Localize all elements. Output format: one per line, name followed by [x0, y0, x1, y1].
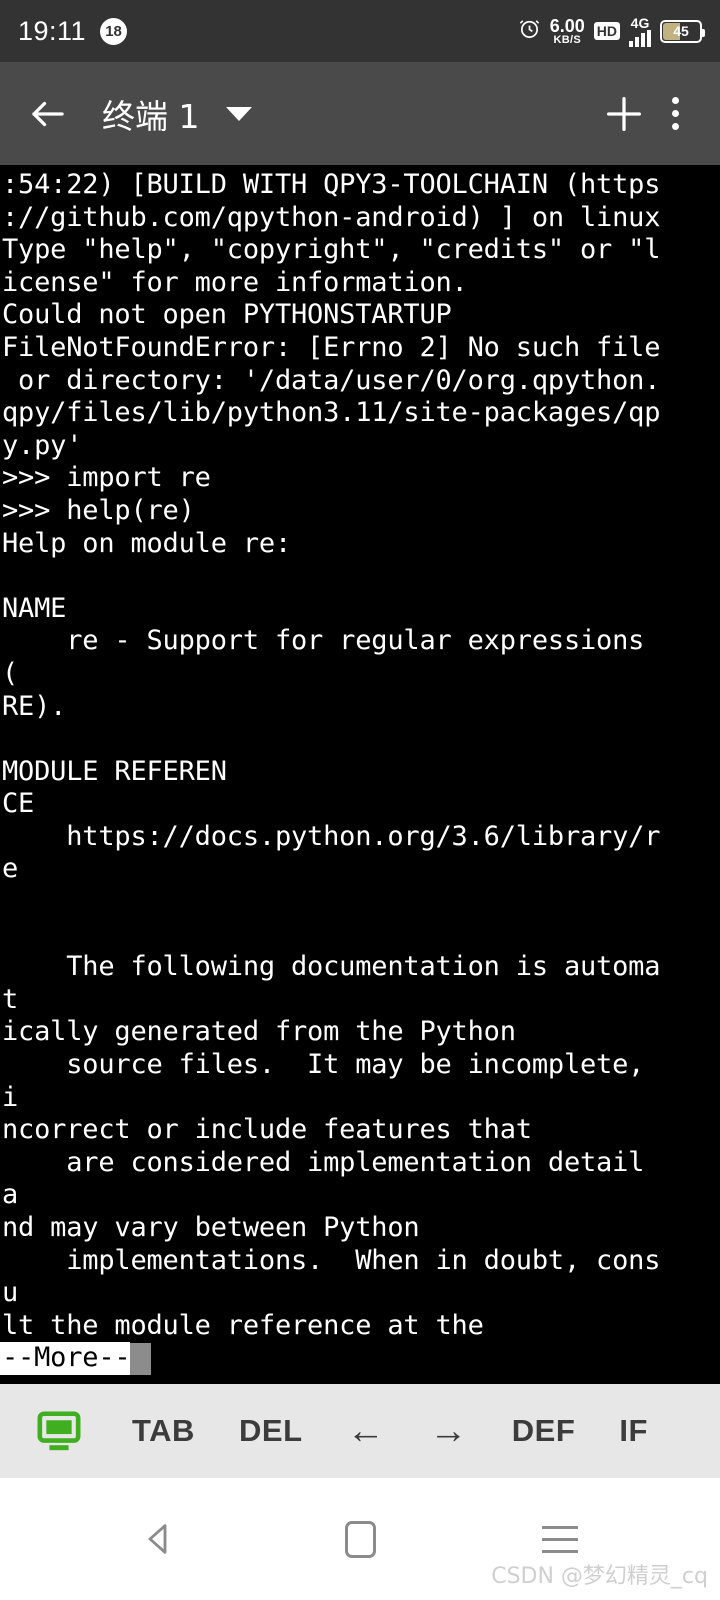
terminal-line: lt the module reference at the	[2, 1309, 484, 1341]
terminal-line: a	[2, 1179, 19, 1211]
terminal-line: FileNotFoundError: [Errno 2] No such fil…	[2, 331, 661, 363]
more-prompt-label: --More--	[0, 1342, 131, 1375]
key-tab[interactable]: TAB	[132, 1413, 195, 1449]
signal-bars	[629, 29, 651, 47]
key-arrow-right[interactable]: →	[429, 1410, 468, 1453]
terminal-line: (	[2, 657, 19, 689]
key-if[interactable]: IF	[619, 1413, 648, 1449]
phone-screen: 19:11 18 6.00 KB/S HD 4G 45 终端 1:54:22)…	[0, 0, 720, 1600]
terminal-line: >>> help(re)	[2, 494, 195, 526]
csdn-watermark: CSDN @梦幻精灵_cq	[491, 1564, 708, 1589]
terminal-more-prompt: --More--	[0, 1342, 720, 1375]
overflow-menu-icon[interactable]	[652, 86, 698, 142]
terminal-line: ncorrect or include features that	[2, 1114, 532, 1146]
hd-icon: HD	[593, 21, 620, 41]
terminal-line: nd may vary between Python	[2, 1212, 420, 1243]
terminal-line: ically generated from the Python	[2, 1016, 516, 1048]
terminal-line-list: :54:22) [BUILD WITH QPY3-TOOLCHAIN (http…	[0, 169, 720, 1342]
notification-count-badge: 18	[100, 17, 128, 45]
session-title[interactable]: 终端 1	[102, 90, 200, 138]
terminal-line: RE).	[2, 690, 67, 722]
terminal-line: https://docs.python.org/3.6/library/r	[2, 820, 661, 852]
terminal-monitor-icon[interactable]	[26, 1408, 92, 1454]
terminal-line: qpy/files/lib/python3.11/site-packages/q…	[2, 397, 661, 429]
terminal-line: >>> import re	[2, 462, 211, 494]
terminal-line: source files. It may be incomplete,	[2, 1049, 645, 1081]
terminal-cursor	[130, 1342, 152, 1375]
terminal-line: :54:22) [BUILD WITH QPY3-TOOLCHAIN (http…	[2, 169, 661, 200]
network-speed-value: 6.00	[549, 15, 585, 36]
key-arrow-left[interactable]: ←	[347, 1410, 386, 1453]
battery-percent-label: 45	[673, 23, 689, 39]
key-del[interactable]: DEL	[239, 1413, 303, 1449]
alarm-clock-icon	[518, 17, 541, 45]
key-toolbar: TAB DEL ← → DEF IF	[0, 1384, 720, 1478]
terminal-line: u	[2, 1277, 19, 1309]
android-nav-bar: CSDN @梦幻精灵_cq	[0, 1478, 720, 1600]
chevron-down-icon[interactable]	[225, 106, 252, 121]
status-clock: 19:11	[18, 15, 87, 46]
terminal-line: Type "help", "copyright", "credits" or "…	[2, 234, 661, 266]
terminal-output[interactable]: :54:22) [BUILD WITH QPY3-TOOLCHAIN (http…	[0, 165, 720, 1384]
terminal-line: Could not open PYTHONSTARTUP	[2, 299, 452, 331]
terminal-line: implementations. When in doubt, cons	[2, 1244, 661, 1276]
nav-back-icon[interactable]	[125, 1504, 195, 1574]
terminal-line: The following documentation is automa	[2, 951, 661, 983]
terminal-line: ://github.com/qpython-android) ] on linu…	[2, 201, 661, 233]
terminal-line: NAME	[2, 592, 67, 624]
network-speed-unit: KB/S	[553, 33, 581, 46]
terminal-line: t	[2, 983, 19, 1015]
terminal-line: are considered implementation detail	[2, 1146, 645, 1178]
network-speed-indicator: 6.00 KB/S	[550, 17, 585, 46]
terminal-line: MODULE REFEREN	[2, 755, 227, 787]
back-arrow-icon[interactable]	[22, 88, 74, 140]
battery-icon: 45	[660, 19, 705, 43]
signal-icon: 4G	[629, 16, 651, 47]
key-toolbar-keys: TAB DEL ← → DEF IF	[92, 1410, 694, 1453]
status-bar-right: 6.00 KB/S HD 4G 45	[518, 16, 705, 47]
terminal-line: or directory: '/data/user/0/org.qpython.	[2, 364, 661, 396]
status-bar-left: 19:11 18	[18, 15, 128, 47]
status-bar: 19:11 18 6.00 KB/S HD 4G 45	[0, 0, 720, 62]
terminal-line: i	[2, 1081, 19, 1113]
network-type-label: 4G	[630, 14, 650, 31]
terminal-line: re - Support for regular expressions	[2, 625, 645, 657]
terminal-line: e	[2, 853, 19, 885]
key-def[interactable]: DEF	[512, 1413, 576, 1449]
terminal-line: Help on module re:	[2, 527, 291, 559]
terminal-line: y.py'	[2, 429, 83, 461]
app-bar: 终端 1	[0, 62, 720, 165]
plus-icon[interactable]	[596, 86, 652, 142]
terminal-line: icense" for more information.	[2, 266, 468, 298]
nav-home-icon[interactable]	[325, 1504, 395, 1574]
terminal-line: CE	[2, 788, 35, 820]
